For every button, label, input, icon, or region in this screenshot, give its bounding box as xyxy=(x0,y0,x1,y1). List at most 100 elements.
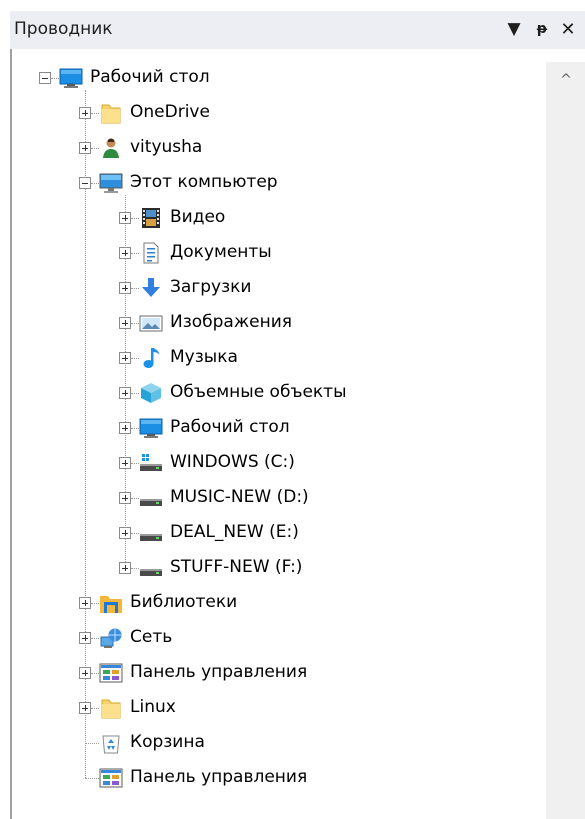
tree-connector xyxy=(85,743,99,744)
expand-icon[interactable] xyxy=(119,212,131,224)
tree-item[interactable]: OneDrive xyxy=(12,96,546,131)
vertical-scrollbar[interactable]: ^ xyxy=(546,62,585,819)
expand-icon[interactable] xyxy=(119,352,131,364)
tree-item-label: Музыка xyxy=(170,347,238,367)
drive-icon xyxy=(139,557,163,579)
music-icon xyxy=(139,347,163,369)
tree-item[interactable]: Видео xyxy=(12,201,546,236)
drive-icon xyxy=(139,522,163,544)
tree-connector xyxy=(91,603,99,604)
tree-connector xyxy=(131,218,139,219)
explorer-panel: Проводник ▼ ᵽ ✕ Рабочий стол OneDrive vity… xyxy=(0,0,585,819)
tree-item[interactable]: Объемные объекты xyxy=(12,376,546,411)
tree-item[interactable]: Библиотеки xyxy=(12,586,546,621)
tree-item-label: Linux xyxy=(130,697,176,717)
dropdown-arrow-icon[interactable]: ▼ xyxy=(503,17,525,41)
collapse-icon[interactable] xyxy=(39,72,51,84)
folder-icon xyxy=(99,697,123,719)
folder-tree: Рабочий стол OneDrive vityusha Этот компьют… xyxy=(12,49,546,819)
tree-item[interactable]: Панель управления xyxy=(12,656,546,691)
tree-connector xyxy=(91,638,99,639)
tree-item[interactable]: Рабочий стол xyxy=(12,61,546,96)
expand-icon[interactable] xyxy=(79,632,91,644)
desktop-icon xyxy=(139,417,163,439)
expand-icon[interactable] xyxy=(119,282,131,294)
tree-connector xyxy=(131,428,139,429)
tree-connector xyxy=(91,148,99,149)
tree-connector xyxy=(131,358,139,359)
tree-item-label: MUSIC-NEW (D:) xyxy=(170,487,309,507)
tree-connector xyxy=(131,253,139,254)
tree-item[interactable]: MUSIC-NEW (D:) xyxy=(12,481,546,516)
expand-icon[interactable] xyxy=(119,527,131,539)
tree-item-label: Документы xyxy=(170,242,272,262)
libraries-icon xyxy=(99,592,123,614)
expand-icon[interactable] xyxy=(119,247,131,259)
close-icon[interactable]: ✕ xyxy=(557,17,579,41)
drive-icon xyxy=(139,487,163,509)
expand-icon[interactable] xyxy=(79,107,91,119)
recycle-bin-icon xyxy=(99,732,123,754)
documents-icon xyxy=(139,242,163,264)
expand-icon[interactable] xyxy=(79,667,91,679)
tree-item-label: Панель управления xyxy=(130,662,308,682)
tree-item[interactable]: Изображения xyxy=(12,306,546,341)
tree-item-label: STUFF-NEW (F:) xyxy=(170,557,303,577)
expand-icon[interactable] xyxy=(79,597,91,609)
tree-item[interactable]: Linux xyxy=(12,691,546,726)
tree-item-label: Сеть xyxy=(130,627,173,647)
control-panel-icon xyxy=(99,662,123,684)
tree-item[interactable]: DEAL_NEW (E:) xyxy=(12,516,546,551)
tree-connector xyxy=(91,113,99,114)
pictures-icon xyxy=(139,312,163,334)
expand-icon[interactable] xyxy=(119,492,131,504)
expand-icon[interactable] xyxy=(119,387,131,399)
tree-connector xyxy=(91,183,99,184)
tree-connector xyxy=(131,323,139,324)
expand-icon[interactable] xyxy=(119,422,131,434)
tree-item[interactable]: Документы xyxy=(12,236,546,271)
tree-item-label: Загрузки xyxy=(170,277,252,297)
tree-item-label: Корзина xyxy=(130,732,205,752)
network-icon xyxy=(99,627,123,649)
tree-item-label: Рабочий стол xyxy=(90,67,210,87)
tree-item-label: vityusha xyxy=(130,137,203,157)
tree-item-label: Рабочий стол xyxy=(170,417,290,437)
tree-connector xyxy=(131,393,139,394)
tree-item[interactable]: WINDOWS (C:) xyxy=(12,446,546,481)
3d-objects-icon xyxy=(139,382,163,404)
tree-connector xyxy=(131,568,139,569)
tree-item[interactable]: Сеть xyxy=(12,621,546,656)
tree-item[interactable]: Загрузки xyxy=(12,271,546,306)
top-strip xyxy=(0,0,585,10)
tree-connector xyxy=(91,673,99,674)
panel-header: Проводник ▼ ᵽ ✕ xyxy=(10,11,585,49)
tree-item[interactable]: Этот компьютер xyxy=(12,166,546,201)
tree-item-label: WINDOWS (C:) xyxy=(170,452,295,472)
expand-icon[interactable] xyxy=(119,317,131,329)
tree-item[interactable]: Музыка xyxy=(12,341,546,376)
tree-item-label: Видео xyxy=(170,207,226,227)
control-panel-icon xyxy=(99,767,123,789)
tree-item[interactable]: vityusha xyxy=(12,131,546,166)
folder-icon xyxy=(99,102,123,124)
tree-item[interactable]: STUFF-NEW (F:) xyxy=(12,551,546,586)
expand-icon[interactable] xyxy=(119,457,131,469)
collapse-icon[interactable] xyxy=(79,177,91,189)
tree-item-label: Библиотеки xyxy=(130,592,238,612)
expand-icon[interactable] xyxy=(79,702,91,714)
tree-item-label: Панель управления xyxy=(130,767,308,787)
pin-icon[interactable]: ᵽ xyxy=(531,17,553,41)
tree-item[interactable]: Панель управления xyxy=(12,761,546,796)
tree-connector xyxy=(131,288,139,289)
tree-item[interactable]: Рабочий стол xyxy=(12,411,546,446)
expand-icon[interactable] xyxy=(79,142,91,154)
tree-connector xyxy=(131,498,139,499)
expand-icon[interactable] xyxy=(119,562,131,574)
tree-connector xyxy=(51,78,59,79)
video-icon xyxy=(139,207,163,229)
windows-drive-icon xyxy=(139,452,163,474)
tree-item-label: Объемные объекты xyxy=(170,382,347,402)
scroll-up-arrow-icon[interactable]: ^ xyxy=(556,70,576,90)
tree-item[interactable]: Корзина xyxy=(12,726,546,761)
